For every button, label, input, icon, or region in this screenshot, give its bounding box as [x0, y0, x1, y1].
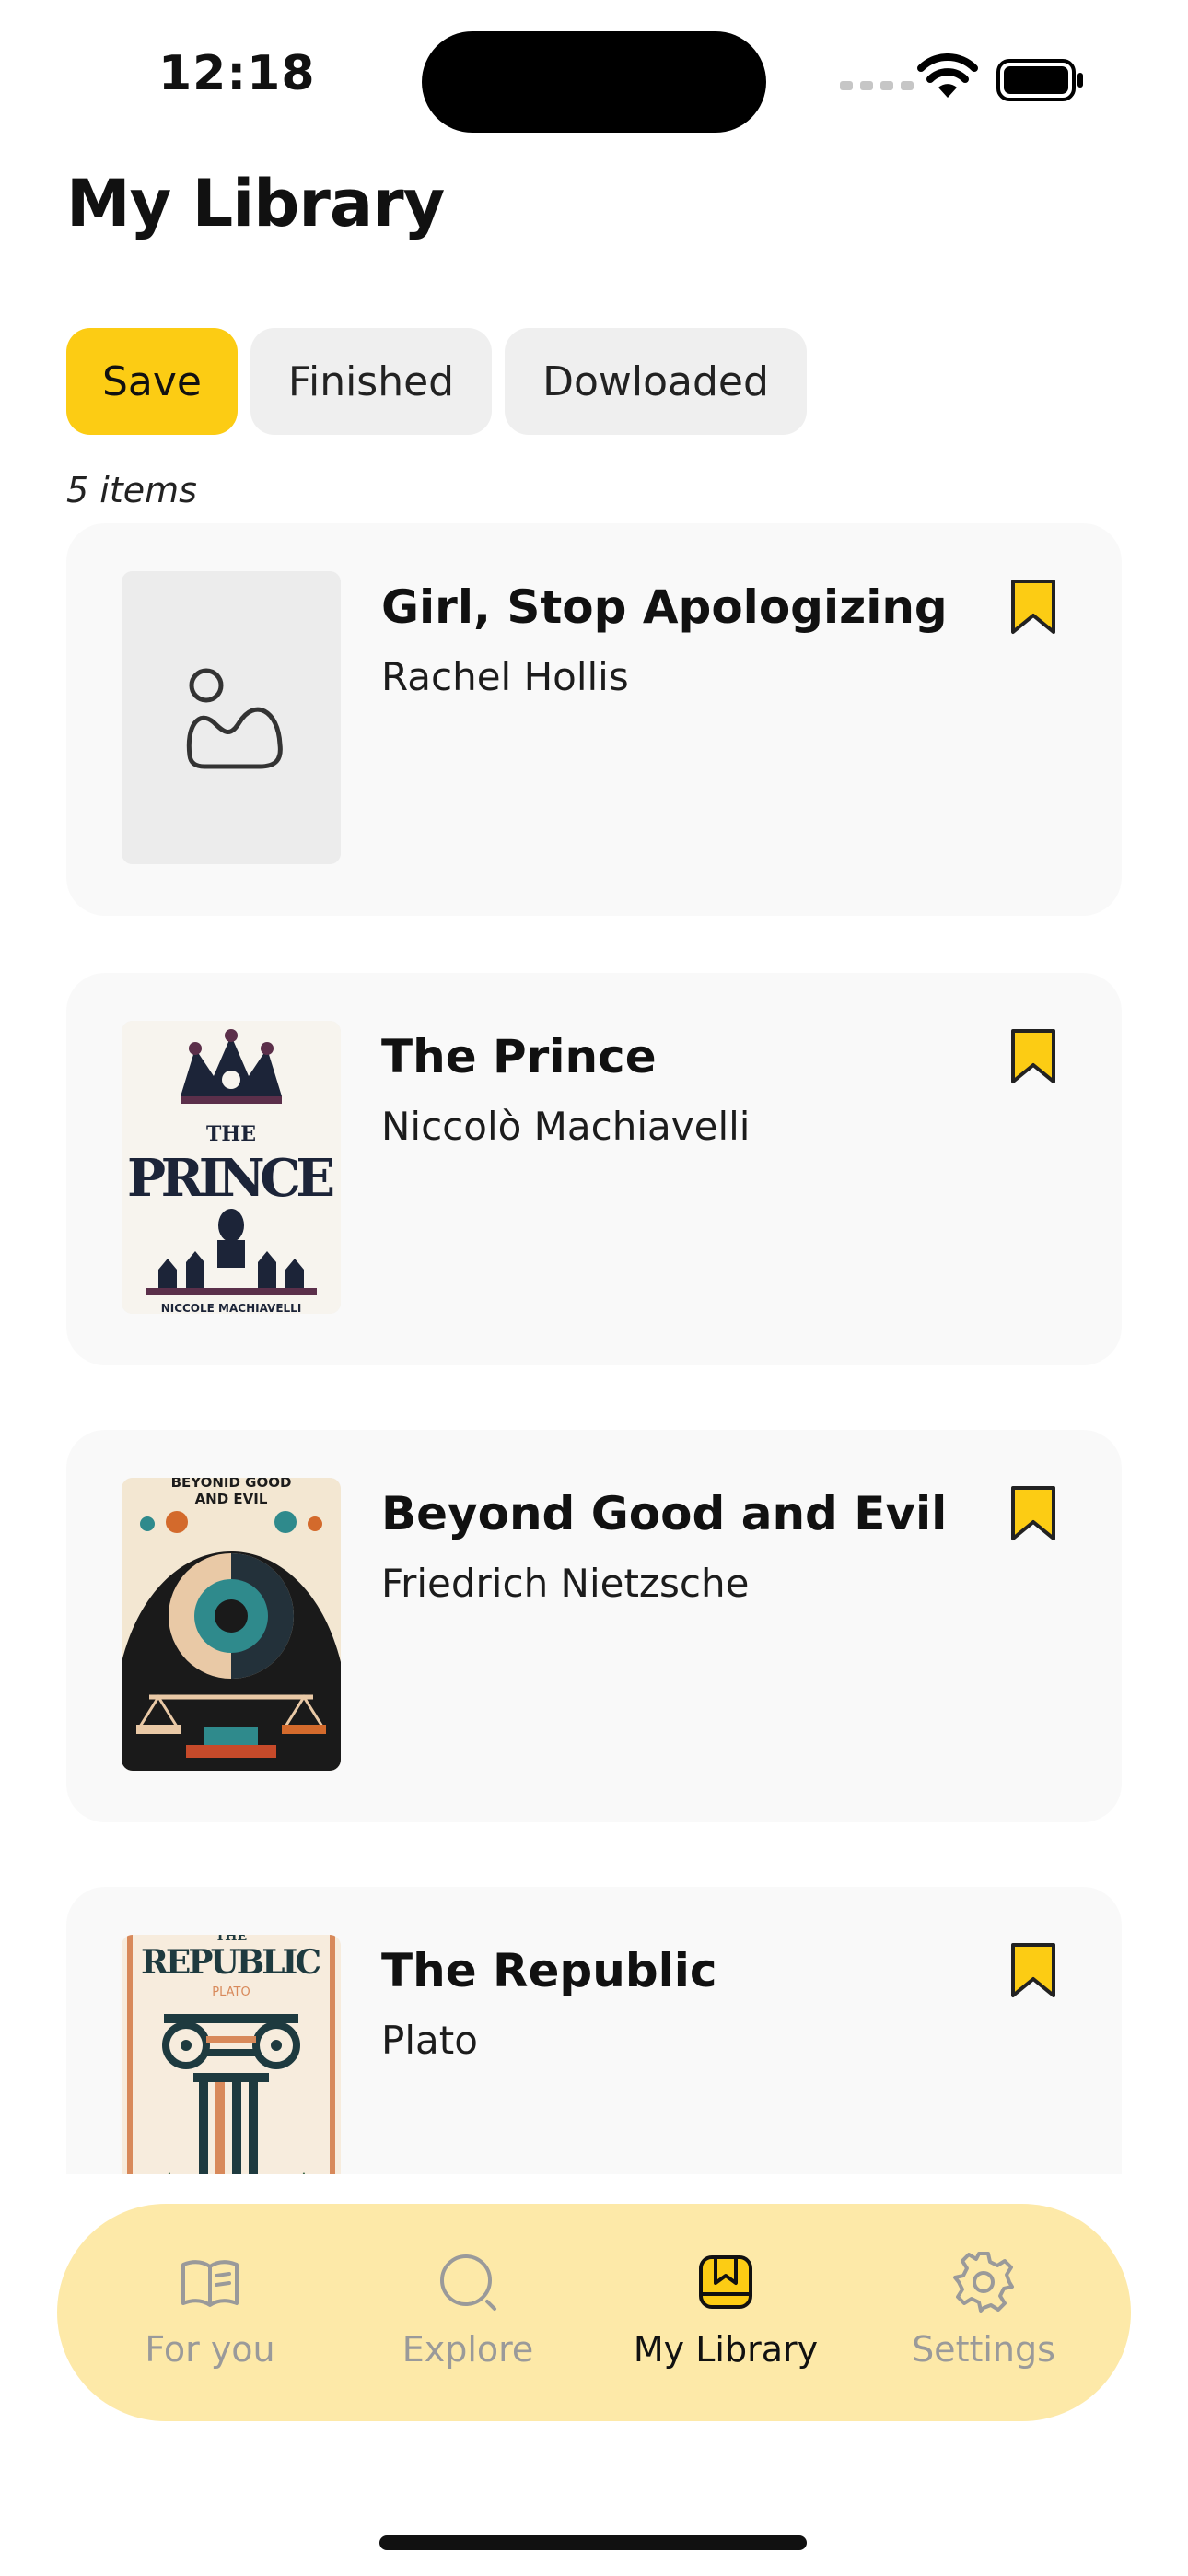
bookmark-icon[interactable] [1009, 1028, 1057, 1085]
gear-icon [953, 2252, 1014, 2313]
tab-save[interactable]: Save [66, 328, 238, 435]
search-icon [440, 2254, 496, 2311]
book-author: Plato [381, 2018, 478, 2063]
nav-label: Explore [402, 2329, 534, 2370]
tab-downloaded[interactable]: Dowloaded [505, 328, 807, 435]
svg-text:REPUBLIC: REPUBLIC [141, 1943, 321, 1982]
wifi-icon [917, 53, 978, 98]
book-card[interactable]: BEYONID GOOD AND EVIL Beyond Good and Ev… [66, 1430, 1122, 1822]
nav-for-you[interactable]: For you [90, 2250, 330, 2370]
tab-finished[interactable]: Finished [250, 328, 492, 435]
book-title: The Prince [381, 1030, 657, 1083]
svg-text:PLATO: PLATO [212, 1985, 250, 1999]
bookmark-icon[interactable] [1009, 1942, 1057, 1999]
book-card[interactable]: THE PRINCE NICCOLE MACHIAVELLI The Princ… [66, 973, 1122, 1365]
bottom-tab-bar: For you Explore My Library Settings [57, 2204, 1131, 2421]
svg-text:PRINCE: PRINCE [127, 1148, 335, 1209]
nav-my-library[interactable]: My Library [606, 2250, 845, 2370]
book-open-icon [181, 2260, 239, 2307]
dynamic-island [422, 31, 766, 133]
book-card[interactable]: Girl, Stop Apologizing Rachel Hollis [66, 523, 1122, 916]
book-cover-image: BEYONID GOOD AND EVIL [122, 1478, 341, 1771]
bookmark-icon[interactable] [1009, 579, 1057, 636]
status-bar: 12:18 [0, 0, 1188, 138]
svg-text:AND EVIL: AND EVIL [195, 1491, 268, 1507]
book-title: Girl, Stop Apologizing [381, 580, 948, 634]
battery-icon [996, 59, 1083, 101]
bookmark-icon[interactable] [1009, 1485, 1057, 1542]
cellular-signal-icon [840, 81, 914, 90]
book-author: Rachel Hollis [381, 654, 629, 699]
book-cover-image: THE REPUBLIC PLATO [122, 1935, 341, 2174]
svg-text:THE: THE [206, 1122, 256, 1146]
book-card[interactable]: THE REPUBLIC PLATO The Republic Plato [66, 1887, 1122, 2174]
library-bookmark-icon [699, 2255, 752, 2309]
items-count: 5 items [66, 470, 197, 510]
book-title: The Republic [381, 1944, 717, 1997]
nav-label: My Library [633, 2329, 819, 2370]
book-cover-image: THE PRINCE NICCOLE MACHIAVELLI [122, 1021, 341, 1314]
book-list[interactable]: Girl, Stop Apologizing Rachel Hollis THE… [0, 516, 1188, 2174]
placeholder-image-icon [122, 571, 341, 864]
nav-label: For you [145, 2329, 275, 2370]
book-title: Beyond Good and Evil [381, 1487, 948, 1540]
home-indicator[interactable] [379, 2535, 807, 2550]
nav-label: Settings [912, 2329, 1055, 2370]
svg-text:BEYONID GOOD: BEYONID GOOD [171, 1478, 292, 1491]
nav-explore[interactable]: Explore [348, 2250, 588, 2370]
book-cover-placeholder [122, 571, 341, 864]
nav-settings[interactable]: Settings [864, 2250, 1103, 2370]
book-author: Niccolò Machiavelli [381, 1104, 751, 1149]
svg-text:NICCOLE MACHIAVELLI: NICCOLE MACHIAVELLI [161, 1302, 302, 1314]
page-title: My Library [66, 166, 445, 241]
status-time: 12:18 [158, 46, 316, 101]
filter-tabs: Save Finished Dowloaded [66, 328, 807, 435]
book-author: Friedrich Nietzsche [381, 1561, 750, 1606]
